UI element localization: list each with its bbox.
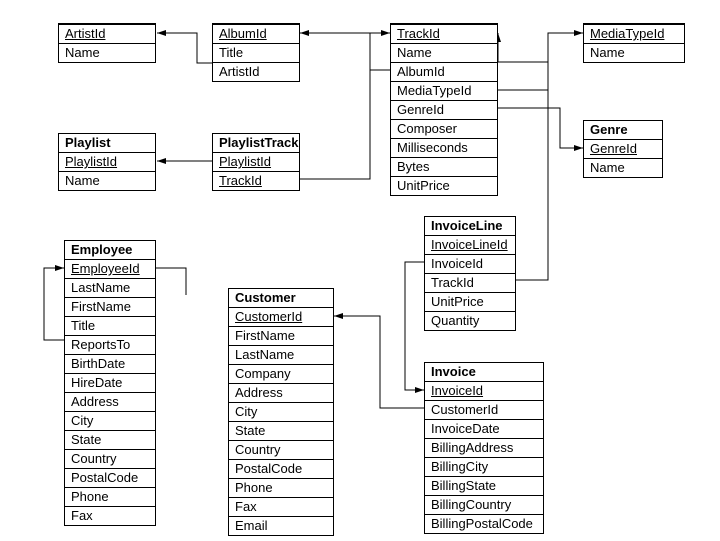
field-pk: MediaTypeId [584,24,684,43]
entity-customer: Customer CustomerId FirstName LastName C… [228,288,334,536]
field-pk: InvoiceLineId [425,235,515,254]
field: LastName [229,345,333,364]
field: InvoiceDate [425,419,543,438]
entity-playlist: Playlist PlaylistId Name [58,133,156,191]
field: InvoiceId [425,254,515,273]
field: Company [229,364,333,383]
entity-title: Playlist [59,134,155,152]
entity-genre: Genre GenreId Name [583,120,663,178]
field: Email [229,516,333,535]
field: MediaTypeId [391,81,497,100]
entity-mediatype: MediaTypeId Name [583,23,685,63]
field-pk: InvoiceId [425,381,543,400]
field: Quantity [425,311,515,330]
field: HireDate [65,373,155,392]
field: CustomerId [425,400,543,419]
entity-track: TrackId Name AlbumId MediaTypeId GenreId… [390,23,498,196]
entity-title: Customer [229,289,333,307]
field: State [65,430,155,449]
field: BirthDate [65,354,155,373]
field: Name [391,43,497,62]
field: Name [59,43,155,62]
field: TrackId [425,273,515,292]
field: LastName [65,278,155,297]
field: UnitPrice [425,292,515,311]
field: FirstName [65,297,155,316]
field: Phone [65,487,155,506]
field: Country [229,440,333,459]
field-pk: CustomerId [229,307,333,326]
field: AlbumId [391,62,497,81]
field: BillingCity [425,457,543,476]
entity-title: Invoice [425,363,543,381]
field: UnitPrice [391,176,497,195]
field: Fax [229,497,333,516]
field: BillingPostalCode [425,514,543,533]
field: City [229,402,333,421]
field: PostalCode [229,459,333,478]
entity-title: PlaylistTrack [213,134,299,152]
field: Address [65,392,155,411]
field-pk: EmployeeId [65,259,155,278]
entity-title: Employee [65,241,155,259]
field-pk: AlbumId [213,24,299,43]
field: BillingAddress [425,438,543,457]
field: BillingState [425,476,543,495]
field-pk: PlaylistId [213,152,299,171]
field: Name [59,171,155,190]
field-pk: PlaylistId [59,152,155,171]
entity-playlisttrack: PlaylistTrack PlaylistId TrackId [212,133,300,191]
field: Title [213,43,299,62]
entity-title: Genre [584,121,662,139]
field: Name [584,43,684,62]
field-pk: TrackId [213,171,299,190]
field: Name [584,158,662,177]
field: GenreId [391,100,497,119]
field: Phone [229,478,333,497]
field: Title [65,316,155,335]
field: Fax [65,506,155,525]
field: ReportsTo [65,335,155,354]
field: Milliseconds [391,138,497,157]
field: Bytes [391,157,497,176]
entity-title: InvoiceLine [425,217,515,235]
entity-invoice: Invoice InvoiceId CustomerId InvoiceDate… [424,362,544,534]
field: FirstName [229,326,333,345]
field: PostalCode [65,468,155,487]
field: BillingCountry [425,495,543,514]
field-pk: TrackId [391,24,497,43]
field: Address [229,383,333,402]
field: Country [65,449,155,468]
field-pk: GenreId [584,139,662,158]
entity-employee: Employee EmployeeId LastName FirstName T… [64,240,156,526]
field-pk: ArtistId [59,24,155,43]
field: ArtistId [213,62,299,81]
entity-invoiceline: InvoiceLine InvoiceLineId InvoiceId Trac… [424,216,516,331]
field: State [229,421,333,440]
field: City [65,411,155,430]
entity-artist: ArtistId Name [58,23,156,63]
field: Composer [391,119,497,138]
entity-album: AlbumId Title ArtistId [212,23,300,82]
